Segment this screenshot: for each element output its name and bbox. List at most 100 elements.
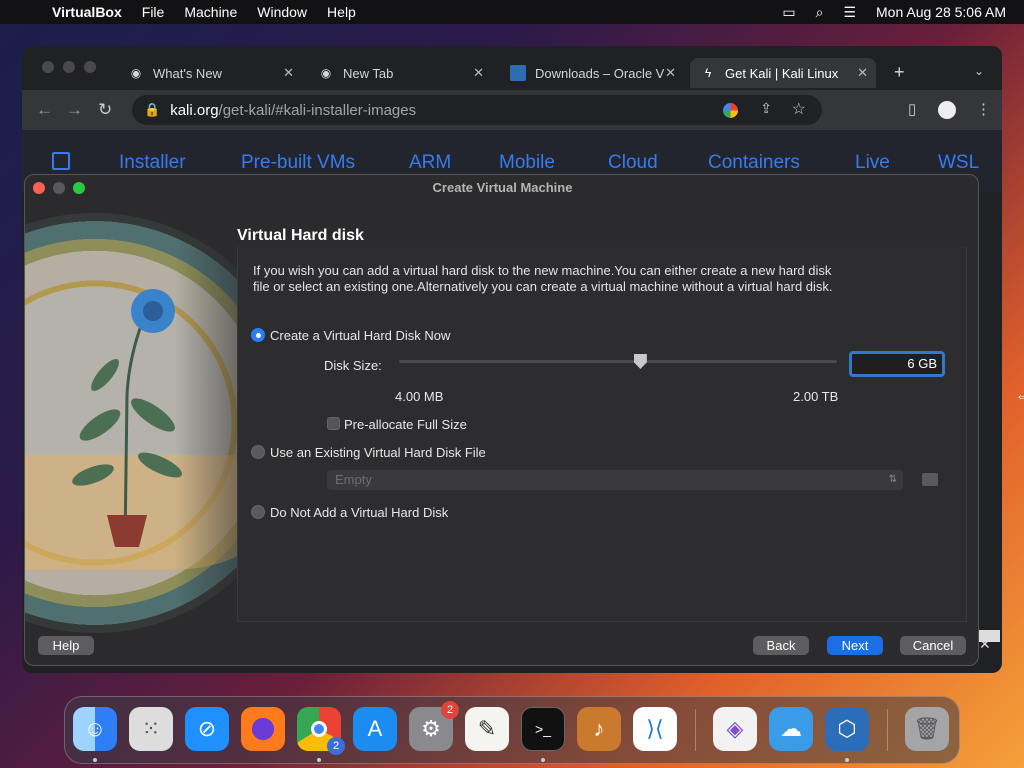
slider-max-label: 2.00 TB — [793, 389, 839, 404]
kali-nav-installer[interactable]: Installer — [119, 152, 186, 174]
close-tab-icon[interactable]: ✕ — [857, 65, 868, 81]
choose-disk-folder-icon[interactable] — [922, 473, 938, 486]
spotlight-search-icon[interactable]: ⌕ — [816, 4, 824, 21]
virtualbox-favicon-icon — [510, 65, 526, 81]
existing-disk-placeholder: Empty — [335, 472, 372, 487]
kali-nav-prebuilt-vms[interactable]: Pre-built VMs — [241, 152, 355, 174]
menu-window[interactable]: Window — [257, 4, 307, 20]
dialog-title: Create Virtual Machine — [432, 180, 573, 195]
options-panel — [237, 247, 967, 622]
tab-title: Downloads – Oracle V — [535, 65, 665, 81]
back-button[interactable]: Back — [753, 636, 809, 655]
zoom-window-button[interactable] — [84, 61, 96, 73]
disk-size-slider[interactable] — [399, 360, 837, 363]
kali-nav-containers[interactable]: Containers — [708, 152, 800, 174]
slider-min-label: 4.00 MB — [395, 389, 444, 404]
kali-nav-live[interactable]: Live — [855, 152, 890, 174]
dialog-minimize-button[interactable] — [53, 182, 65, 194]
preallocate-checkbox[interactable] — [327, 417, 340, 430]
kali-nav-mobile[interactable]: Mobile — [499, 152, 555, 174]
side-panel-icon[interactable]: ▯ — [908, 100, 916, 118]
existing-disk-select[interactable]: Empty ⇅ — [327, 470, 903, 490]
system-settings-icon[interactable]: ⚙ 2 — [409, 701, 459, 751]
terminal-icon[interactable]: >_ — [521, 707, 565, 751]
kali-nav-cloud[interactable]: Cloud — [608, 152, 658, 174]
next-button[interactable]: Next — [827, 636, 883, 655]
safari-icon[interactable]: ⊘ — [185, 707, 229, 751]
menu-machine[interactable]: Machine — [184, 4, 237, 20]
garageband-icon[interactable]: ♪ — [577, 707, 621, 751]
weather-icon[interactable]: ☁ — [769, 707, 813, 751]
reload-icon[interactable]: ↻ — [98, 100, 112, 120]
menu-file[interactable]: File — [142, 4, 165, 20]
tab-downloads-oracle[interactable]: Downloads – Oracle V ✕ — [504, 58, 684, 88]
google-lens-icon[interactable] — [723, 103, 738, 118]
help-button[interactable]: Help — [38, 636, 94, 655]
running-indicator — [845, 758, 849, 762]
share-icon[interactable]: ⇪ — [760, 100, 772, 117]
tab-whats-new[interactable]: ◉ What's New ✕ — [122, 58, 302, 88]
preallocate-label[interactable]: Pre-allocate Full Size — [344, 417, 467, 432]
menu-clock[interactable]: Mon Aug 28 5:06 AM — [876, 4, 1006, 20]
launchpad-icon[interactable]: ⁙ — [129, 707, 173, 751]
disk-size-label: Disk Size: — [324, 358, 382, 373]
kali-nav-wsl[interactable]: WSL — [938, 152, 979, 174]
grid-icon[interactable] — [52, 152, 70, 170]
vscode-icon[interactable]: ⟩⟨ — [633, 707, 677, 751]
running-indicator — [317, 758, 321, 762]
url-path: /get-kali/#kali-installer-images — [218, 101, 417, 119]
finder-icon[interactable]: ☺ — [73, 707, 117, 751]
tab-search-chevron-down-icon[interactable]: ⌄ — [974, 64, 984, 78]
close-tab-icon[interactable]: ✕ — [665, 65, 676, 81]
firefox-icon[interactable] — [241, 707, 285, 751]
chrome-dock-icon[interactable]: 2 — [297, 707, 345, 755]
control-center-icon[interactable]: ☰ — [843, 4, 856, 21]
close-banner-icon[interactable]: ✕ — [979, 636, 991, 653]
chrome-icon: ◉ — [320, 66, 332, 80]
browser-toolbar: ← → ↻ 🔒 kali.org/get-kali/#kali-installe… — [22, 90, 1002, 130]
menu-help[interactable]: Help — [327, 4, 356, 20]
virtualbox-dock-icon[interactable]: ⬡ — [825, 707, 869, 751]
menu-app-name[interactable]: VirtualBox — [52, 4, 122, 20]
close-tab-icon[interactable]: ✕ — [283, 65, 294, 81]
radio-create-disk[interactable] — [251, 328, 265, 342]
screen-mirroring-icon[interactable]: ▭ — [782, 4, 795, 21]
dialog-zoom-button[interactable] — [73, 182, 85, 194]
tab-bar: ◉ What's New ✕ ◉ New Tab ✕ Downloads – O… — [22, 46, 1002, 90]
lock-icon[interactable]: 🔒 — [144, 102, 160, 118]
close-window-button[interactable] — [42, 61, 54, 73]
mouse-cursor-icon: ⇔ — [1015, 388, 1024, 405]
trash-icon[interactable]: 🗑 — [905, 707, 949, 751]
tab-get-kali[interactable]: ϟ Get Kali | Kali Linux ✕ — [690, 58, 876, 88]
tab-title: New Tab — [343, 65, 394, 81]
new-tab-icon[interactable]: + — [894, 62, 905, 83]
dock-separator — [887, 709, 888, 751]
radio-existing-disk-label[interactable]: Use an Existing Virtual Hard Disk File — [270, 445, 486, 460]
tab-new-tab[interactable]: ◉ New Tab ✕ — [312, 58, 492, 88]
textedit-icon[interactable]: ✎ — [465, 707, 509, 751]
tab-title: Get Kali | Kali Linux — [725, 65, 839, 81]
dock: ☺ ⁙ ⊘ 2 A ⚙ 2 ✎ >_ ♪ ⟩⟨ ◈ ☁ ⬡ 🗑 — [64, 696, 960, 764]
visual-studio-icon[interactable]: ◈ — [713, 707, 757, 751]
disk-size-input[interactable]: 6 GB — [849, 351, 945, 377]
more-menu-icon[interactable]: ⋮ — [976, 100, 991, 118]
bookmark-star-icon[interactable]: ☆ — [792, 99, 806, 119]
forward-arrow-icon[interactable]: → — [66, 100, 83, 120]
radio-no-disk-label[interactable]: Do Not Add a Virtual Hard Disk — [270, 505, 448, 520]
window-controls — [42, 61, 96, 73]
kali-dragon-icon: ϟ — [704, 66, 712, 80]
radio-existing-disk[interactable] — [251, 445, 265, 459]
radio-create-disk-label[interactable]: Create a Virtual Hard Disk Now — [270, 328, 450, 343]
radio-no-disk[interactable] — [251, 505, 265, 519]
profile-avatar-icon[interactable] — [938, 101, 956, 119]
back-arrow-icon[interactable]: ← — [36, 100, 53, 120]
description-text: If you wish you can add a virtual hard d… — [253, 263, 833, 294]
dialog-close-button[interactable] — [33, 182, 45, 194]
app-store-icon[interactable]: A — [353, 707, 397, 751]
minimize-window-button[interactable] — [63, 61, 75, 73]
cancel-button[interactable]: Cancel — [900, 636, 966, 655]
close-tab-icon[interactable]: ✕ — [473, 65, 484, 81]
address-bar[interactable]: 🔒 kali.org/get-kali/#kali-installer-imag… — [132, 95, 822, 125]
chrome-badge: 2 — [327, 737, 345, 755]
kali-nav-arm[interactable]: ARM — [409, 152, 451, 174]
